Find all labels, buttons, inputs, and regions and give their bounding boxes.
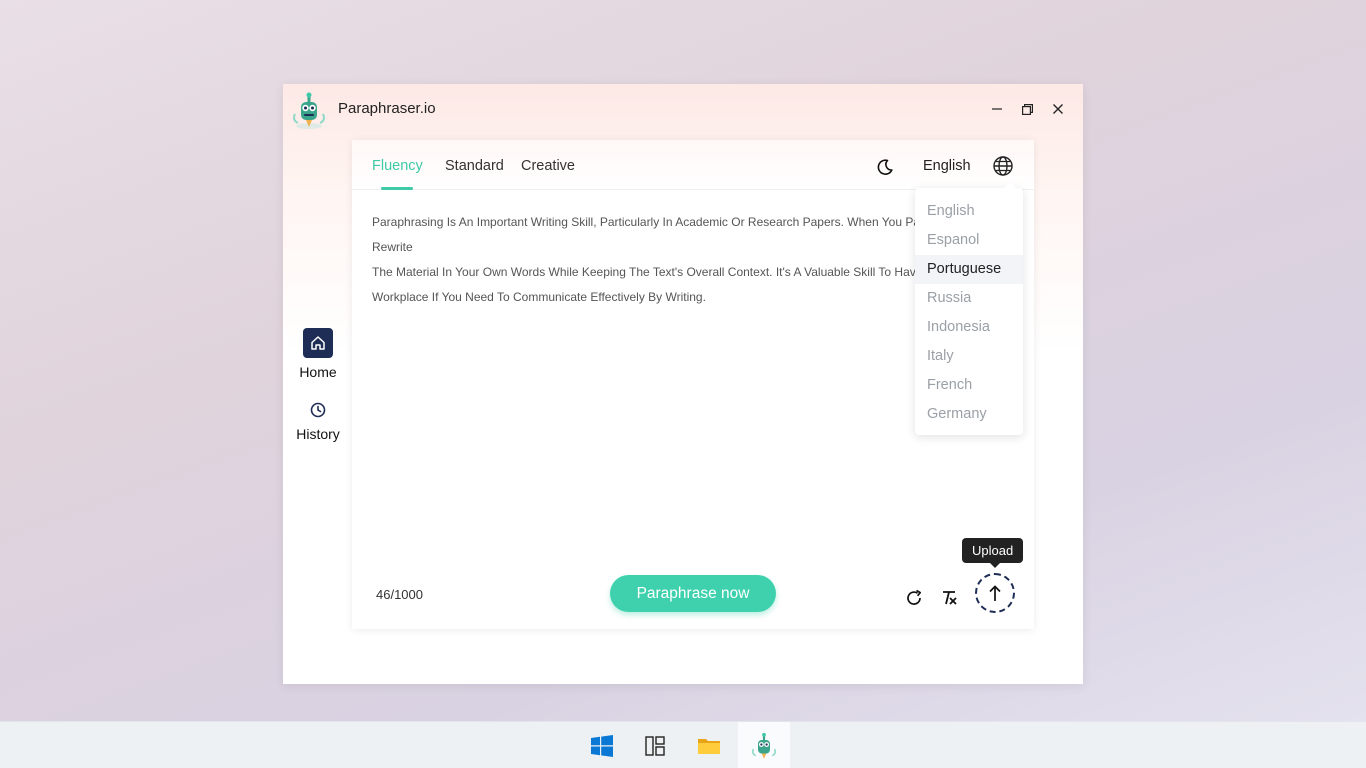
- clock-icon: [303, 400, 333, 420]
- sidebar-item-label: History: [296, 426, 340, 442]
- app-logo-icon: [293, 92, 325, 129]
- input-text-area[interactable]: Paraphrasing Is An Important Writing Ski…: [372, 210, 932, 530]
- title-bar: Paraphraser.io: [283, 84, 1083, 134]
- language-selector[interactable]: English: [923, 158, 971, 174]
- restore-button[interactable]: [1014, 98, 1040, 120]
- active-tab-indicator: [381, 187, 413, 190]
- text-line: Workplace If You Need To Communicate Eff…: [372, 290, 706, 304]
- task-view-button[interactable]: [629, 722, 681, 768]
- language-option-germany[interactable]: Germany: [915, 400, 1023, 429]
- file-explorer-button[interactable]: [683, 722, 735, 768]
- file-explorer-icon: [698, 738, 720, 754]
- language-option-italy[interactable]: Italy: [915, 342, 1023, 371]
- close-button[interactable]: [1045, 98, 1071, 120]
- refresh-button[interactable]: [903, 587, 925, 609]
- clear-format-icon: [943, 591, 957, 605]
- tab-fluency[interactable]: Fluency: [372, 158, 423, 174]
- paraphraser-app-icon: [752, 732, 776, 759]
- globe-icon[interactable]: [992, 155, 1014, 177]
- upload-arrow-icon: [989, 585, 1001, 601]
- language-option-indonesia[interactable]: Indonesia: [915, 313, 1023, 342]
- close-icon: [1053, 104, 1063, 114]
- home-icon: [303, 328, 333, 358]
- app-window: Paraphraser.io Home History Fluency Stan…: [283, 84, 1083, 684]
- language-option-french[interactable]: French: [915, 371, 1023, 400]
- editor-card: Fluency Standard Creative English Paraph…: [352, 140, 1034, 629]
- sidebar-item-home[interactable]: Home: [283, 328, 353, 380]
- paraphrase-now-button[interactable]: Paraphrase now: [610, 575, 776, 612]
- text-line: Paraphrasing Is An Important Writing Ski…: [372, 215, 932, 229]
- language-option-english[interactable]: English: [915, 197, 1023, 226]
- language-dropdown: English Espanol Portuguese Russia Indone…: [915, 182, 1023, 435]
- taskbar: [0, 721, 1366, 768]
- upload-button[interactable]: [975, 573, 1015, 613]
- sidebar-item-label: Home: [299, 364, 337, 380]
- task-view-icon: [645, 735, 665, 756]
- refresh-icon: [907, 589, 922, 605]
- language-option-espanol[interactable]: Espanol: [915, 226, 1023, 255]
- paraphraser-taskbar-button[interactable]: [738, 722, 790, 768]
- tab-creative[interactable]: Creative: [521, 158, 575, 174]
- language-option-portuguese[interactable]: Portuguese: [915, 255, 1023, 284]
- windows-start-icon: [591, 734, 613, 757]
- text-line: Rewrite: [372, 240, 413, 254]
- dark-mode-moon-icon[interactable]: [876, 158, 894, 176]
- desktop: Paraphraser.io Home History Fluency Stan…: [0, 0, 1366, 768]
- minimize-button[interactable]: [984, 98, 1010, 120]
- clear-format-button[interactable]: [938, 587, 960, 609]
- minimize-icon: [992, 108, 1002, 110]
- app-title: Paraphraser.io: [338, 100, 436, 117]
- tab-standard[interactable]: Standard: [445, 158, 504, 174]
- character-counter: 46/1000: [376, 587, 423, 602]
- restore-icon: [1021, 103, 1033, 115]
- start-button[interactable]: [576, 722, 628, 768]
- upload-tooltip: Upload: [962, 538, 1024, 568]
- text-line: The Material In Your Own Words While Kee…: [372, 265, 932, 279]
- sidebar-item-history[interactable]: History: [283, 400, 353, 442]
- editor-header: Fluency Standard Creative English: [352, 140, 1034, 190]
- language-option-russia[interactable]: Russia: [915, 284, 1023, 313]
